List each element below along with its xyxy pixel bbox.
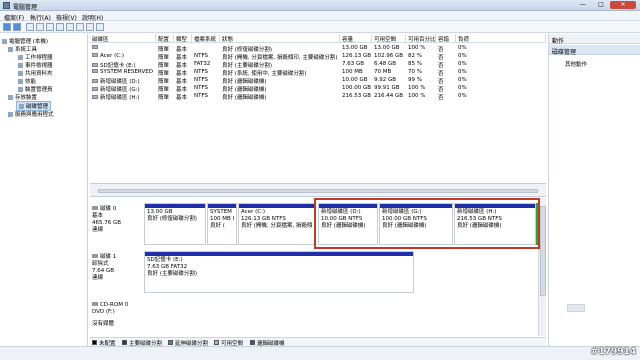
legend-swatch	[122, 340, 127, 345]
table-row[interactable]: 新增磁碟區 (G:) 簡單 基本 NTFS 良好 (邏輯磁碟機) 100.00 …	[90, 85, 546, 93]
column-header-percent-free[interactable]: 可用百分比	[406, 34, 436, 43]
column-header-status[interactable]: 狀態	[220, 34, 340, 43]
column-header-filesystem[interactable]: 檔案系統	[192, 34, 220, 43]
disk-icon	[19, 104, 24, 109]
folder-icon	[18, 71, 23, 76]
minimize-button[interactable]: —	[574, 1, 592, 9]
close-button[interactable]: ✕	[610, 1, 636, 9]
actions-section-disk-management[interactable]: 磁碟管理	[549, 45, 640, 56]
performance-icon	[18, 79, 23, 84]
disk-0-label[interactable]: 磁碟 0 基本 465.76 GB 連線	[92, 206, 142, 234]
partition-system-reserved[interactable]: SYSTEM 100 MB I 良好 (	[207, 203, 237, 245]
tree-item-performance[interactable]: 效能	[18, 77, 36, 85]
table-row[interactable]: SD記憶卡 (E:) 簡單 基本 FAT32 良好 (主要磁碟分割) 7.63 …	[90, 61, 546, 69]
status-bar	[0, 346, 640, 360]
title-bar: 電腦管理 — □ ✕	[0, 0, 640, 11]
tools-icon	[8, 47, 13, 52]
tree-item-device-manager[interactable]: 裝置管理員	[18, 85, 53, 93]
tree-item-storage[interactable]: 存放裝置	[8, 93, 37, 101]
properties-icon[interactable]	[46, 23, 54, 31]
column-header-volume[interactable]: 磁碟區	[90, 34, 156, 43]
partition-recovery[interactable]: 13.00 GB 良好 (修復磁碟分割)	[144, 203, 206, 245]
navigation-tree: 電腦管理 (本機) 系統工具 工作排程器 事件檢視器 共用資料夾 效能 裝置管理…	[0, 34, 88, 346]
drive-icon	[92, 79, 98, 83]
disk-icon	[92, 206, 98, 210]
show-hide-tree-icon[interactable]	[36, 23, 44, 31]
disabled-button	[567, 304, 585, 312]
computer-management-icon	[3, 2, 10, 9]
legend: 未配置 主要磁碟分割 延伸磁碟分割 可用空間 邏輯磁碟機	[90, 337, 546, 347]
drive-icon	[92, 95, 98, 99]
column-header-layout[interactable]: 配置	[156, 34, 174, 43]
table-row[interactable]: 新增磁碟區 (H:) 簡單 基本 NTFS 良好 (邏輯磁碟機) 216.53 …	[90, 93, 546, 101]
column-header-free-space[interactable]: 可用空間	[372, 34, 406, 43]
cdrom-0-label[interactable]: CD-ROM 0 DVD (F:) 沒有媒體	[92, 302, 142, 328]
up-icon[interactable]	[26, 23, 34, 31]
more-actions-link[interactable]: 其他動作	[565, 60, 587, 68]
back-icon[interactable]	[3, 23, 11, 31]
tree-item-services-apps[interactable]: 服務與應用程式	[8, 110, 54, 118]
column-header-type[interactable]: 類型	[174, 34, 192, 43]
connect-icon[interactable]	[66, 23, 74, 31]
refresh-icon[interactable]	[96, 23, 104, 31]
column-header-capacity[interactable]: 容量	[340, 34, 372, 43]
disk-icon	[92, 254, 98, 258]
tree-item-computer-management[interactable]: 電腦管理 (本機)	[2, 37, 48, 45]
table-row[interactable]: SYSTEM RESERVED 簡單 基本 NTFS 良好 (系統, 使用中, …	[90, 69, 546, 77]
drive-icon	[92, 53, 98, 57]
column-header-overhead[interactable]: 負荷	[456, 34, 546, 43]
drive-icon	[92, 87, 98, 91]
highlight-box	[314, 198, 540, 249]
help-icon[interactable]	[56, 23, 64, 31]
storage-icon	[8, 95, 13, 100]
column-header-fault-tolerance[interactable]: 容錯	[436, 34, 456, 43]
watermark: #179914	[590, 347, 636, 357]
tree-item-shared-folders[interactable]: 共用資料夾	[18, 69, 53, 77]
scroll-thumb[interactable]	[98, 189, 538, 193]
table-row[interactable]: Acer (C:) 簡單 基本 NTFS 良好 (開機, 分頁檔案, 損毀傾印,…	[90, 53, 546, 61]
tree-item-system-tools[interactable]: 系統工具	[8, 45, 37, 53]
tree-item-task-scheduler[interactable]: 工作排程器	[18, 53, 53, 61]
scroll-thumb[interactable]	[540, 206, 546, 296]
delete-icon[interactable]	[76, 23, 84, 31]
forward-icon[interactable]	[13, 23, 21, 31]
legend-swatch	[250, 340, 255, 345]
disk-1-label[interactable]: 磁碟 1 卸除式 7.64 GB 連線	[92, 254, 142, 282]
partition-e[interactable]: SD記憶卡 (E:) 7.63 GB FAT32 良好 (主要磁碟分割)	[144, 251, 414, 293]
table-row[interactable]: 簡單 基本 良好 (修復磁碟分割) 13.00 GB 13.00 GB 100 …	[90, 45, 546, 53]
volume-list: 磁碟區 配置 類型 檔案系統 狀態 容量 可用空間 可用百分比 容錯 負荷 簡單…	[90, 34, 546, 182]
tree-item-event-viewer[interactable]: 事件檢視器	[18, 61, 53, 69]
actions-header: 動作	[549, 34, 640, 45]
legend-swatch	[92, 340, 97, 345]
legend-swatch	[214, 340, 219, 345]
drive-icon	[92, 69, 98, 73]
cdrom-icon	[92, 302, 98, 306]
services-icon	[8, 112, 13, 117]
format-icon[interactable]	[86, 23, 94, 31]
menu-bar: 檔案(F) 執行(A) 檢視(V) 說明(H)	[0, 11, 640, 22]
table-row[interactable]: 新增磁碟區 (D:) 簡單 基本 NTFS 良好 (邏輯磁碟機) 10.00 G…	[90, 77, 546, 85]
free-space-marker	[536, 203, 538, 245]
partition-c[interactable]: Acer (C:) 126.13 GB NTFS 良好 (開機, 分頁檔案, 損…	[238, 203, 316, 245]
drive-icon	[92, 63, 98, 67]
maximize-button[interactable]: □	[592, 1, 610, 9]
computer-icon	[2, 39, 7, 44]
device-icon	[18, 87, 23, 92]
window-title: 電腦管理	[13, 4, 38, 11]
toolbar	[0, 21, 640, 33]
legend-swatch	[168, 340, 173, 345]
drive-icon	[92, 45, 98, 49]
event-icon	[18, 63, 23, 68]
actions-pane: 動作 磁碟管理 其他動作	[548, 34, 640, 346]
horizontal-scrollbar[interactable]	[90, 188, 546, 194]
clock-icon	[18, 55, 23, 60]
